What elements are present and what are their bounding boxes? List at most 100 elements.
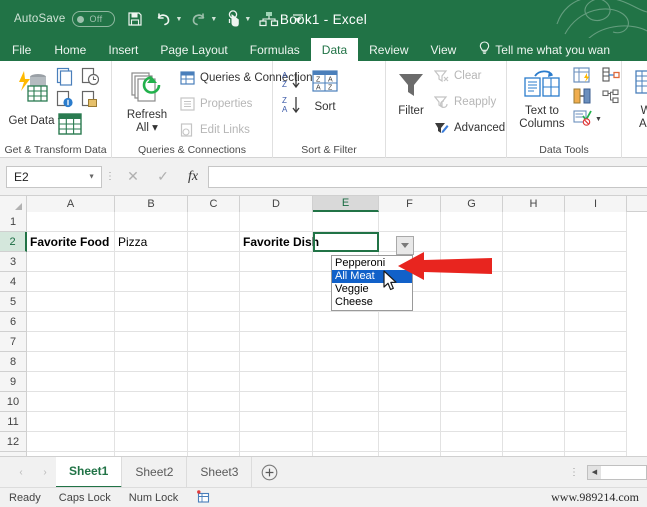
tab-data[interactable]: Data (310, 38, 359, 61)
tab-page-layout[interactable]: Page Layout (149, 38, 238, 61)
row-header-10[interactable]: 10 (0, 392, 27, 412)
cell-d5[interactable] (240, 292, 313, 312)
cell-g9[interactable] (441, 372, 503, 392)
data-table-icon[interactable] (58, 113, 82, 140)
name-box-dropdown-icon[interactable]: ▼ (88, 173, 95, 180)
data-validation-icon[interactable] (573, 109, 592, 131)
cell-i12[interactable] (565, 432, 627, 452)
cell-a2[interactable]: Favorite Food (27, 232, 115, 252)
row-header-4[interactable]: 4 (0, 272, 27, 292)
refresh-all-button[interactable]: Refresh All ▾ (120, 71, 174, 135)
consolidate-icon[interactable] (602, 67, 620, 88)
data-validation-dropdown-icon[interactable]: ▼ (595, 116, 602, 123)
cell-e10[interactable] (313, 392, 379, 412)
cell-b10[interactable] (115, 392, 188, 412)
dropdown-option-cheese[interactable]: Cheese (332, 296, 412, 309)
from-recent-icon[interactable] (81, 67, 100, 91)
cell-a9[interactable] (27, 372, 115, 392)
remove-duplicates-icon[interactable] (573, 88, 592, 110)
autosave-toggle[interactable]: Off (72, 11, 116, 27)
cell-g6[interactable] (441, 312, 503, 332)
sheet-prev-icon[interactable]: ‹ (10, 462, 32, 482)
cell-c8[interactable] (188, 352, 240, 372)
row-header-5[interactable]: 5 (0, 292, 27, 312)
insert-function-icon[interactable]: fx (178, 165, 208, 189)
cell-i7[interactable] (565, 332, 627, 352)
cell-h6[interactable] (503, 312, 565, 332)
cell-i2[interactable] (565, 232, 627, 252)
cell-i5[interactable] (565, 292, 627, 312)
cell-b7[interactable] (115, 332, 188, 352)
cell-a8[interactable] (27, 352, 115, 372)
cell-b3[interactable] (115, 252, 188, 272)
cell-b11[interactable] (115, 412, 188, 432)
cell-d9[interactable] (240, 372, 313, 392)
column-header-g[interactable]: G (441, 196, 503, 212)
cell-b6[interactable] (115, 312, 188, 332)
cell-d4[interactable] (240, 272, 313, 292)
cell-h12[interactable] (503, 432, 565, 452)
cell-i6[interactable] (565, 312, 627, 332)
cell-e6[interactable] (313, 312, 379, 332)
cell-a10[interactable] (27, 392, 115, 412)
cell-e8[interactable] (313, 352, 379, 372)
cell-b2[interactable]: Pizza (115, 232, 188, 252)
cell-i9[interactable] (565, 372, 627, 392)
sheet-bar-grip[interactable]: ⋮ (561, 467, 587, 477)
column-header-b[interactable]: B (115, 196, 188, 212)
cell-b5[interactable] (115, 292, 188, 312)
cell-h7[interactable] (503, 332, 565, 352)
column-header-h[interactable]: H (503, 196, 565, 212)
undo-dropdown-icon[interactable]: ▼ (172, 16, 185, 23)
cell-e1[interactable] (313, 212, 379, 232)
cancel-icon[interactable]: ✕ (118, 165, 148, 189)
touch-mode-dropdown-icon[interactable]: ▼ (241, 16, 254, 23)
cell-b8[interactable] (115, 352, 188, 372)
cell-h10[interactable] (503, 392, 565, 412)
row-header-2[interactable]: 2 (0, 232, 27, 252)
horizontal-scrollbar[interactable]: ◀ (587, 464, 647, 480)
cell-b1[interactable] (115, 212, 188, 232)
row-header-9[interactable]: 9 (0, 372, 27, 392)
cell-c3[interactable] (188, 252, 240, 272)
cell-c5[interactable] (188, 292, 240, 312)
row-header-1[interactable]: 1 (0, 212, 27, 232)
cell-i8[interactable] (565, 352, 627, 372)
cell-c12[interactable] (188, 432, 240, 452)
advanced-filter-button[interactable]: Advanced (434, 121, 505, 135)
cell-c6[interactable] (188, 312, 240, 332)
flash-fill-icon[interactable] (573, 67, 592, 89)
hierarchy-icon[interactable] (259, 0, 279, 38)
name-box[interactable]: E2 ▼ (6, 165, 102, 188)
cell-d8[interactable] (240, 352, 313, 372)
cell-d2[interactable]: Favorite Dish (240, 232, 319, 252)
sort-button[interactable]: ZAAZ Sort (307, 69, 343, 114)
cell-a1[interactable] (27, 212, 115, 232)
undo-icon[interactable] (155, 0, 172, 38)
touch-mouse-mode-icon[interactable] (225, 0, 241, 38)
sheet-next-icon[interactable]: › (34, 462, 56, 482)
cell-e7[interactable] (313, 332, 379, 352)
sheet-tab-sheet2[interactable]: Sheet2 (122, 456, 188, 488)
enter-icon[interactable]: ✓ (148, 165, 178, 189)
column-header-e[interactable]: E (313, 196, 379, 212)
formula-input[interactable] (208, 165, 647, 188)
cell-f1[interactable] (379, 212, 441, 232)
tab-home[interactable]: Home (43, 38, 97, 61)
cell-b12[interactable] (115, 432, 188, 452)
customize-qat-icon[interactable] (291, 0, 305, 38)
recent-sources-icon[interactable] (81, 90, 98, 114)
cell-f8[interactable] (379, 352, 441, 372)
cell-g7[interactable] (441, 332, 503, 352)
formula-bar-grip[interactable]: ⋮ (102, 172, 118, 182)
cell-c1[interactable] (188, 212, 240, 232)
cell-f9[interactable] (379, 372, 441, 392)
from-table-icon[interactable] (56, 67, 73, 91)
cell-c11[interactable] (188, 412, 240, 432)
cell-c2[interactable] (188, 232, 240, 252)
cell-h1[interactable] (503, 212, 565, 232)
tell-me-search[interactable]: Tell me what you wan (467, 38, 610, 61)
cell-c9[interactable] (188, 372, 240, 392)
cell-a6[interactable] (27, 312, 115, 332)
cell-g8[interactable] (441, 352, 503, 372)
